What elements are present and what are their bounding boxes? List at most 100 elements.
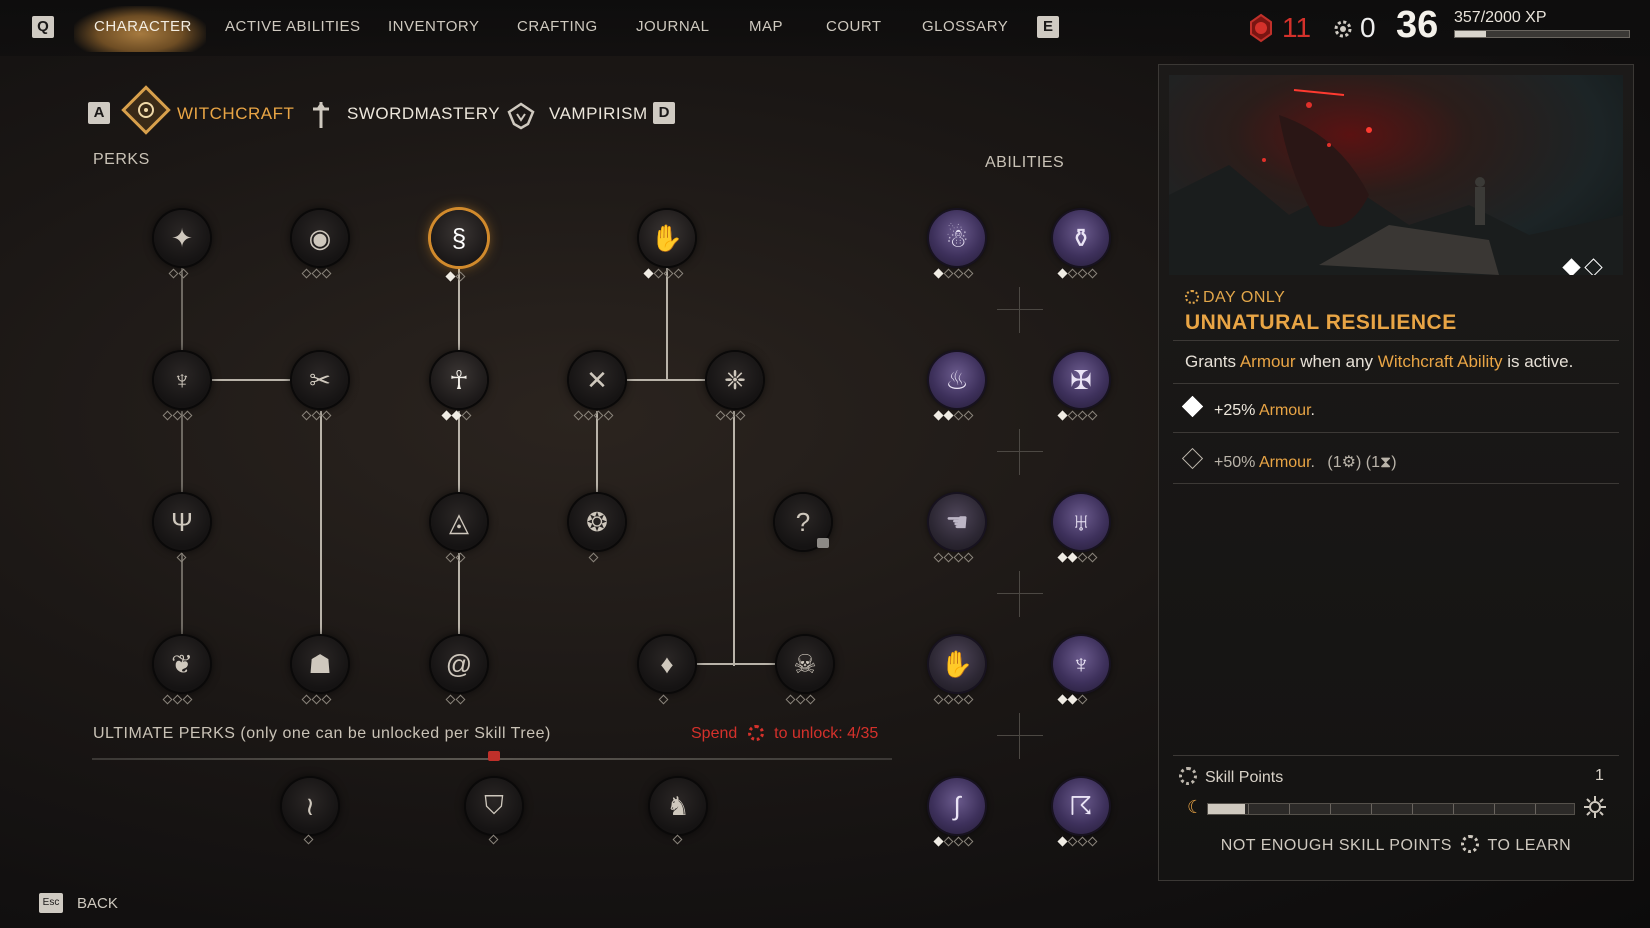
clawed-hand-icon[interactable]: ☚ bbox=[929, 494, 985, 550]
bar-segment bbox=[1535, 804, 1536, 814]
eye-icon[interactable]: ◉ bbox=[292, 210, 348, 266]
desc-text: Grants bbox=[1185, 352, 1240, 371]
next-tree-key[interactable]: D bbox=[653, 102, 675, 124]
winged-sigil-icon[interactable]: ❈ bbox=[707, 352, 763, 408]
rank-1-value: +25% bbox=[1214, 402, 1259, 419]
rank-pips bbox=[162, 694, 193, 705]
ultimate-lock-icon bbox=[488, 751, 500, 761]
tab-crafting[interactable]: CRAFTING bbox=[517, 18, 598, 35]
fire-icon[interactable]: ♨ bbox=[929, 352, 985, 408]
ankh-icon[interactable]: ☥ bbox=[431, 352, 487, 408]
rank-pips bbox=[1057, 410, 1098, 421]
rank-pips bbox=[933, 410, 974, 421]
tab-active-abilities[interactable]: ACTIVE ABILITIES bbox=[225, 18, 361, 35]
rank-pips bbox=[303, 834, 314, 845]
tab-court[interactable]: COURT bbox=[826, 18, 882, 35]
tab-glossary[interactable]: GLOSSARY bbox=[922, 18, 1008, 35]
bat-wings-icon[interactable]: ♅ bbox=[1053, 494, 1109, 550]
connector bbox=[181, 268, 183, 350]
divider-cross bbox=[997, 713, 1043, 759]
connector bbox=[181, 411, 183, 493]
perk-description: Grants Armour when any Witchcraft Abilit… bbox=[1185, 352, 1573, 372]
drop-icon[interactable]: ♦ bbox=[639, 636, 695, 692]
dagger-leaf-icon[interactable]: ✦ bbox=[154, 210, 210, 266]
raised-hand-icon[interactable]: ✋ bbox=[929, 636, 985, 692]
rank-pips bbox=[176, 552, 187, 563]
spiral-icon[interactable]: @ bbox=[431, 636, 487, 692]
plant-trident-icon[interactable]: Ψ bbox=[154, 494, 210, 550]
open-hand-icon[interactable]: ✋ bbox=[639, 210, 695, 266]
crossed-tools-icon[interactable]: ✂ bbox=[292, 352, 348, 408]
coffin-icon[interactable]: ⚱ bbox=[1053, 210, 1109, 266]
rank-pips bbox=[1057, 694, 1088, 705]
abilities-heading: ABILITIES bbox=[985, 154, 1065, 171]
blood-counter: 11 bbox=[1282, 12, 1312, 43]
rank-pips bbox=[301, 410, 332, 421]
divider-cross bbox=[997, 571, 1043, 617]
lock-icon bbox=[817, 538, 829, 548]
chalice-icon[interactable]: ♆ bbox=[1053, 636, 1109, 692]
sword-tree-icon[interactable] bbox=[306, 100, 336, 130]
blood-drop-icon bbox=[1246, 13, 1276, 43]
prev-tree-key[interactable]: A bbox=[88, 102, 110, 124]
tree-tab-witchcraft[interactable]: WITCHCRAFT bbox=[177, 104, 294, 124]
tab-map[interactable]: MAP bbox=[749, 18, 783, 35]
rank-2-cost: (1⚙) (1⧗) bbox=[1327, 454, 1397, 471]
tab-character[interactable]: CHARACTER bbox=[94, 18, 192, 35]
mortar-icon[interactable]: ♆ bbox=[154, 352, 210, 408]
tree-tab-vampirism[interactable]: VAMPIRISM bbox=[549, 104, 648, 124]
serpent-icon[interactable]: ≀ bbox=[282, 778, 338, 834]
divider-cross bbox=[997, 287, 1043, 333]
tree-tab-swordmastery[interactable]: SWORDMASTERY bbox=[347, 104, 500, 124]
potted-plant-icon[interactable]: ❦ bbox=[154, 636, 210, 692]
rank-pips bbox=[1057, 836, 1098, 847]
flame-circle-icon[interactable]: ❂ bbox=[569, 494, 625, 550]
divider-cross bbox=[997, 429, 1043, 475]
running-figure-icon[interactable]: ☈ bbox=[1053, 778, 1109, 834]
helm-icon[interactable]: ☗ bbox=[292, 636, 348, 692]
serpent-sigil-icon[interactable]: ∫ bbox=[929, 778, 985, 834]
divider bbox=[1173, 340, 1619, 341]
sun-icon bbox=[1185, 290, 1199, 304]
rank-pips bbox=[301, 694, 332, 705]
character-level: 36 bbox=[1396, 4, 1439, 46]
not-enough-points-message: NOT ENOUGH SKILL POINTS TO LEARN bbox=[1159, 835, 1633, 855]
rank-pips bbox=[588, 552, 599, 563]
skill-points-row: Skill Points bbox=[1179, 767, 1283, 787]
prev-tab-key[interactable]: Q bbox=[32, 16, 54, 38]
vampire-tree-icon[interactable] bbox=[506, 100, 536, 130]
mask-icon[interactable]: ⛉ bbox=[466, 778, 522, 834]
swirl-face-icon[interactable]: § bbox=[431, 210, 487, 266]
unknown-glyph: ? bbox=[795, 506, 811, 537]
eye-pyramid-icon[interactable]: ◬ bbox=[431, 494, 487, 550]
connector bbox=[210, 379, 292, 381]
flaming-skull-icon[interactable]: ☠ bbox=[777, 636, 833, 692]
next-tab-key[interactable]: E bbox=[1037, 16, 1059, 38]
skill-point-gear-icon bbox=[1179, 767, 1197, 785]
tab-inventory[interactable]: INVENTORY bbox=[388, 18, 479, 35]
back-button[interactable]: BACK bbox=[77, 895, 118, 912]
msg-gear-icon bbox=[1460, 835, 1479, 853]
skill-progress-fill bbox=[1208, 804, 1245, 814]
bar-segment bbox=[1289, 804, 1290, 814]
skull-spirit-icon[interactable]: ☃ bbox=[929, 210, 985, 266]
bar-segment bbox=[1248, 804, 1249, 814]
rank-pips bbox=[785, 694, 816, 705]
perk-detail-panel: DAY ONLY UNNATURAL RESILIENCE Grants Arm… bbox=[1158, 64, 1634, 881]
star-cross-icon[interactable]: ✠ bbox=[1053, 352, 1109, 408]
tab-journal[interactable]: JOURNAL bbox=[636, 18, 710, 35]
esc-key[interactable]: Esc bbox=[39, 893, 63, 913]
desc-text: is active. bbox=[1502, 352, 1574, 371]
rank-2-row: +50% Armour. (1⚙) (1⧗) bbox=[1181, 447, 1397, 472]
dragon-icon[interactable]: ♞ bbox=[650, 778, 706, 834]
witchcraft-tree-icon[interactable] bbox=[118, 82, 174, 138]
moon-hourglass-icon: ☾ bbox=[1187, 797, 1204, 817]
skill-points-count: 1 bbox=[1595, 767, 1604, 784]
blood-gear-icon bbox=[747, 725, 764, 741]
crossed-bones-icon[interactable]: ✕ bbox=[569, 352, 625, 408]
rank-pips bbox=[672, 834, 683, 845]
rank-pips bbox=[162, 410, 193, 421]
rank-2-suffix: . bbox=[1310, 454, 1315, 471]
rank-pips bbox=[301, 268, 332, 279]
rank-2-value: +50% bbox=[1214, 454, 1259, 471]
